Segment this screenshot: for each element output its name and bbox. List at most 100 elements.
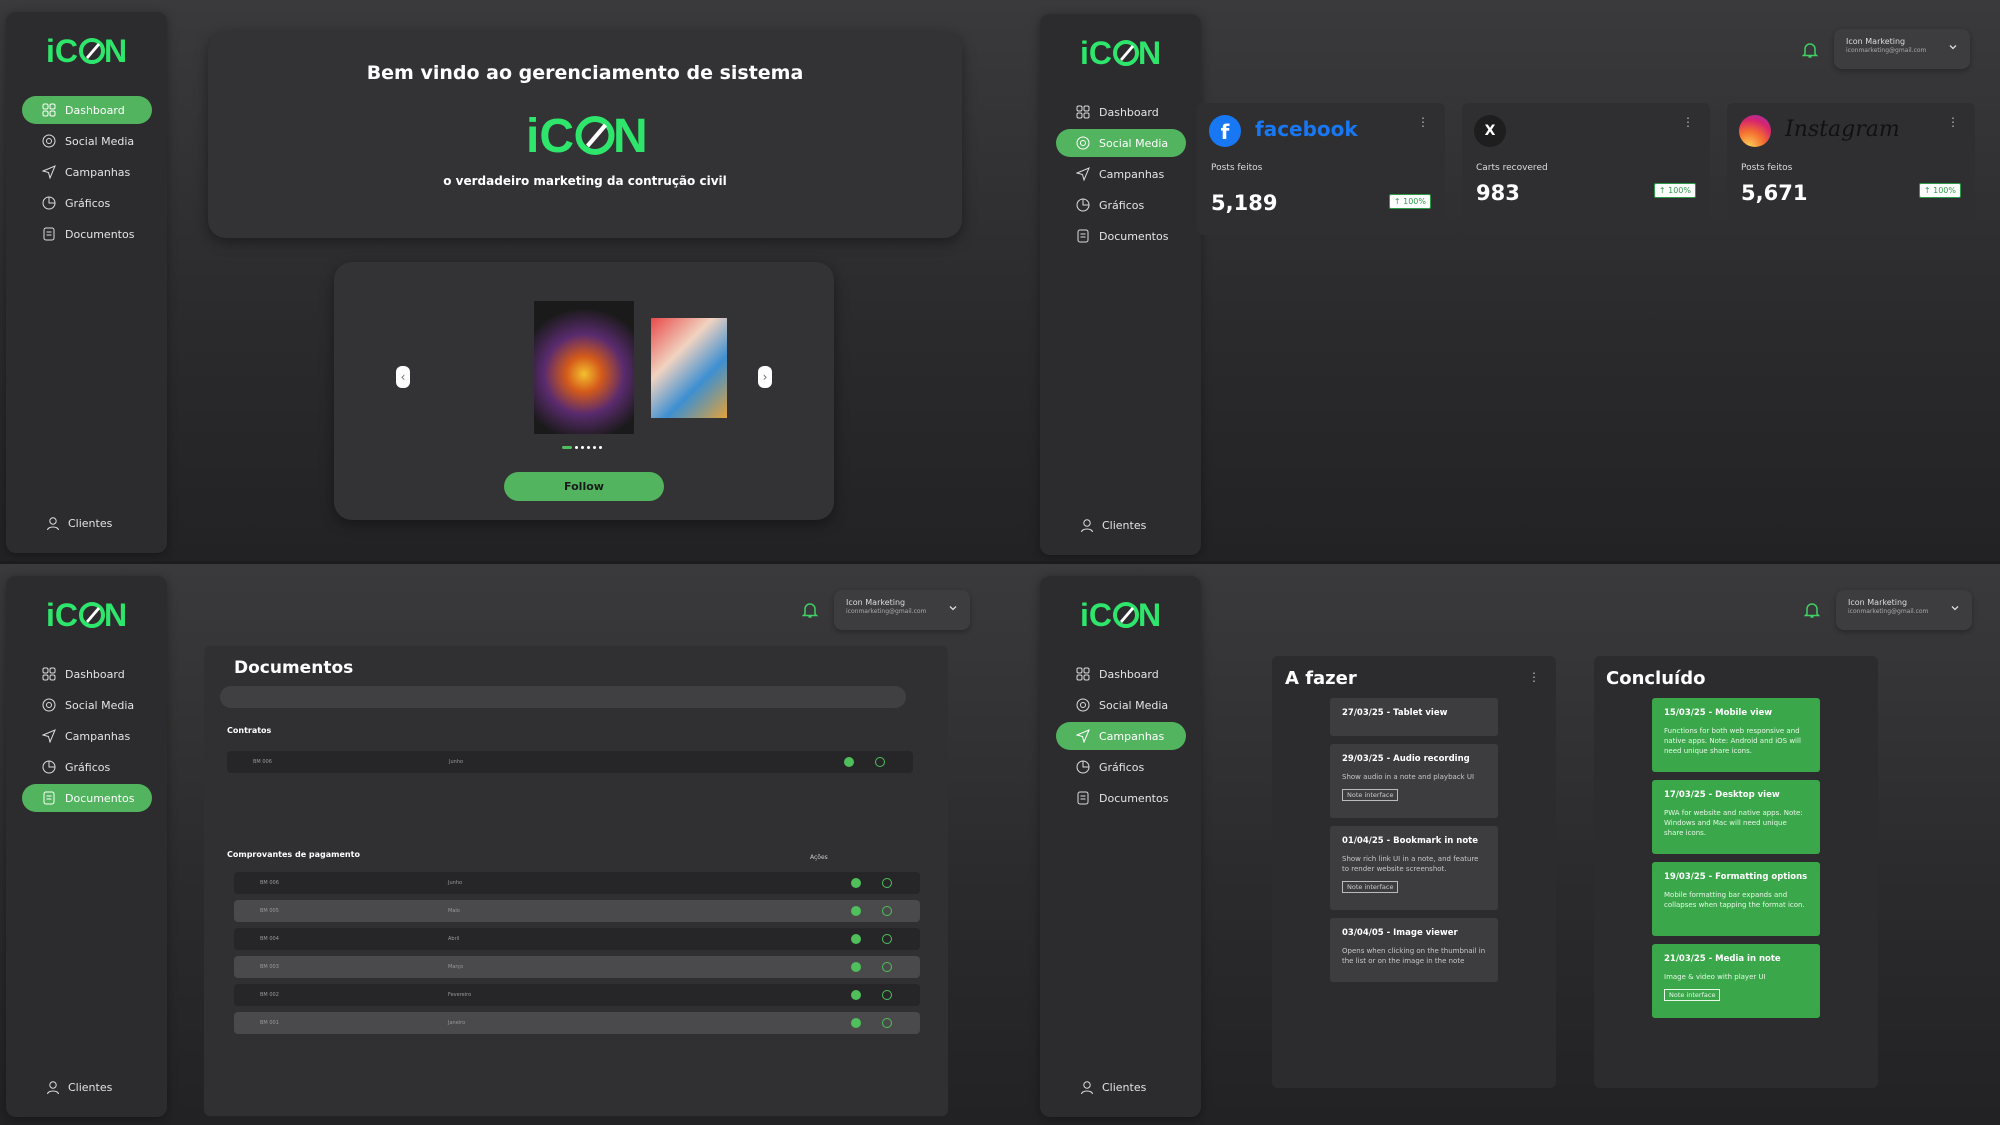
acoes-header: Ações	[810, 854, 828, 861]
download-icon[interactable]	[851, 906, 861, 916]
eye-icon[interactable]	[882, 906, 892, 916]
eye-icon[interactable]	[875, 757, 885, 767]
table-row[interactable]: BM 005 Maio	[234, 900, 920, 922]
facebook-icon: f	[1209, 115, 1241, 147]
sidebar-item-social-media[interactable]: Social Media	[22, 127, 152, 155]
dot-active[interactable]	[562, 446, 572, 449]
download-icon[interactable]	[844, 757, 854, 767]
more-options-icon[interactable]: ⋮	[1528, 670, 1540, 684]
task-description: Image & video with player UI	[1664, 973, 1766, 981]
bell-icon[interactable]	[800, 600, 820, 620]
campanhas-screen: iC N Dashboard Social Media Campanhas Gr…	[1000, 564, 2000, 1125]
dot[interactable]	[575, 446, 578, 449]
task-title: 15/03/25 - Mobile view	[1664, 708, 1773, 718]
row-month: Junho	[448, 880, 463, 886]
card-label: Posts feitos	[1211, 163, 1263, 173]
download-icon[interactable]	[851, 934, 861, 944]
sidebar-item-campanhas[interactable]: Campanhas	[1056, 160, 1186, 188]
table-row[interactable]: BM 002 Fevereiro	[234, 984, 920, 1006]
sidebar-item-graficos[interactable]: Gráficos	[1056, 753, 1186, 781]
sidebar-item-graficos[interactable]: Gráficos	[22, 753, 152, 781]
table-row[interactable]: BM 006 Junho	[234, 872, 920, 894]
dot[interactable]	[581, 446, 584, 449]
bell-icon[interactable]	[1802, 600, 1822, 620]
sidebar-item-graficos[interactable]: Gráficos	[22, 189, 152, 217]
eye-icon[interactable]	[882, 878, 892, 888]
svg-text:iC: iC	[46, 33, 78, 69]
svg-text:iC: iC	[1080, 35, 1112, 71]
sidebar-item-dashboard[interactable]: Dashboard	[1056, 98, 1186, 126]
task-card[interactable]: 17/03/25 - Desktop view PWA for website …	[1652, 780, 1820, 854]
more-options-icon[interactable]: ⋮	[1947, 115, 1959, 129]
dot[interactable]	[587, 446, 590, 449]
section-title-comprovantes: Comprovantes de pagamento	[227, 850, 360, 859]
download-icon[interactable]	[851, 962, 861, 972]
task-card[interactable]: 27/03/25 - Tablet view	[1330, 698, 1498, 736]
svg-text:N: N	[1138, 597, 1160, 633]
task-card[interactable]: 19/03/25 - Formatting options Mobile for…	[1652, 862, 1820, 936]
task-tag[interactable]: Note interface	[1664, 989, 1721, 1001]
task-card[interactable]: 15/03/25 - Mobile view Functions for bot…	[1652, 698, 1820, 772]
task-card[interactable]: 29/03/25 - Audio recording Show audio in…	[1330, 744, 1498, 818]
sidebar-item-social-media[interactable]: Social Media	[1056, 129, 1186, 157]
eye-icon[interactable]	[882, 1018, 892, 1028]
bell-icon[interactable]	[1800, 40, 1820, 60]
sidebar-item-campanhas[interactable]: Campanhas	[22, 722, 152, 750]
table-row[interactable]: BM 001 Janeiro	[234, 1012, 920, 1034]
sidebar-item-social-media[interactable]: Social Media	[1056, 691, 1186, 719]
dot[interactable]	[593, 446, 596, 449]
social-media-screen: iC N Dashboard Social Media Campanhas Gr…	[1000, 0, 2000, 561]
table-row[interactable]: BM 003 Março	[234, 956, 920, 978]
user-icon	[47, 517, 59, 531]
carousel-prev-button[interactable]: ‹	[396, 366, 410, 388]
task-title: 03/04/05 - Image viewer	[1342, 928, 1458, 938]
user-menu[interactable]: Icon Marketing iconmarketing@gmail.com	[1834, 29, 1970, 69]
more-options-icon[interactable]: ⋮	[1682, 115, 1694, 129]
sidebar-item-documentos[interactable]: Documentos	[1056, 222, 1186, 250]
eye-icon[interactable]	[882, 990, 892, 1000]
sidebar-item-social-media[interactable]: Social Media	[22, 691, 152, 719]
download-icon[interactable]	[851, 1018, 861, 1028]
x-card: X ⋮ Carts recovered 983 ↑ 100%	[1462, 103, 1710, 235]
clientes-label: Clientes	[68, 517, 113, 530]
task-tag[interactable]: Note interface	[1342, 881, 1399, 893]
sidebar-item-clientes[interactable]: Clientes	[46, 1080, 112, 1095]
sidebar-item-documentos[interactable]: Documentos	[22, 784, 152, 812]
sidebar-item-dashboard[interactable]: Dashboard	[1056, 660, 1186, 688]
follow-button[interactable]: Follow	[504, 472, 664, 501]
sidebar-item-clientes[interactable]: Clientes	[1080, 518, 1146, 533]
table-row[interactable]: BM 006 Junho	[227, 751, 913, 773]
chart-pie-icon	[1076, 760, 1090, 774]
svg-text:N: N	[1138, 35, 1160, 71]
task-card[interactable]: 03/04/05 - Image viewer Opens when click…	[1330, 918, 1498, 982]
dot[interactable]	[599, 446, 602, 449]
user-name: Icon Marketing	[846, 598, 906, 607]
task-tag[interactable]: Note interface	[1342, 789, 1399, 801]
svg-text:iC: iC	[46, 597, 78, 633]
sidebar-item-campanhas[interactable]: Campanhas	[1056, 722, 1186, 750]
table-row[interactable]: BM 004 Abril	[234, 928, 920, 950]
carousel-next-button[interactable]: ›	[758, 366, 772, 388]
sidebar-item-clientes[interactable]: Clientes	[1080, 1080, 1146, 1095]
eye-icon[interactable]	[882, 962, 892, 972]
sidebar-item-dashboard[interactable]: Dashboard	[22, 96, 152, 124]
more-options-icon[interactable]: ⋮	[1417, 115, 1429, 129]
user-menu[interactable]: Icon Marketing iconmarketing@gmail.com	[834, 590, 970, 630]
sidebar-item-documentos[interactable]: Documentos	[1056, 784, 1186, 812]
sidebar-item-label: Social Media	[65, 134, 135, 148]
download-icon[interactable]	[851, 990, 861, 1000]
sidebar-item-dashboard[interactable]: Dashboard	[22, 660, 152, 688]
user-menu[interactable]: Icon Marketing iconmarketing@gmail.com	[1836, 590, 1972, 630]
sidebar-item-documentos[interactable]: Documentos	[22, 220, 152, 248]
sidebar-item-campanhas[interactable]: Campanhas	[22, 158, 152, 186]
search-input[interactable]	[220, 686, 906, 708]
sidebar-item-label: Dashboard	[1099, 105, 1159, 119]
eye-icon[interactable]	[882, 934, 892, 944]
download-icon[interactable]	[851, 878, 861, 888]
tagline: o verdadeiro marketing da contrução civi…	[443, 174, 727, 188]
task-card[interactable]: 21/03/25 - Media in note Image & video w…	[1652, 944, 1820, 1018]
task-title: 29/03/25 - Audio recording	[1342, 754, 1470, 764]
task-card[interactable]: 01/04/25 - Bookmark in note Show rich li…	[1330, 826, 1498, 910]
sidebar-item-clientes[interactable]: Clientes	[46, 516, 112, 531]
sidebar-item-graficos[interactable]: Gráficos	[1056, 191, 1186, 219]
